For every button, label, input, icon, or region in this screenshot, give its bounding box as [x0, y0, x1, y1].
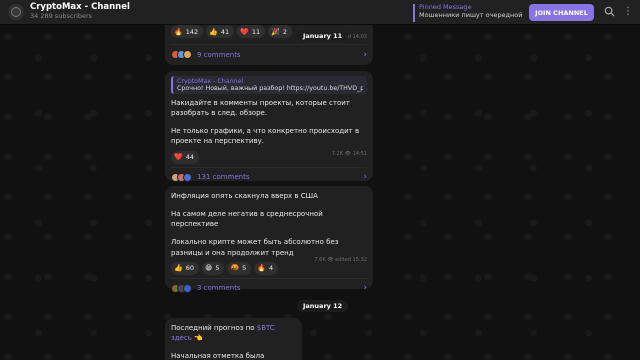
commenter-avatar: [183, 283, 192, 293]
pinned-text: Мошенники пишут очередной раз ...: [419, 11, 525, 19]
reaction-fire[interactable]: 🔥 4: [254, 261, 279, 275]
pointing-icon: 👈: [194, 334, 203, 343]
date-separator: January 12: [297, 300, 349, 312]
chevron-right-icon: ›: [363, 172, 367, 183]
message-2[interactable]: CryptoMax - Channel Срочно! Новый, важны…: [165, 71, 373, 182]
subscriber-count: 34 289 subscribers: [30, 12, 93, 21]
chevron-right-icon: ›: [363, 283, 367, 294]
message-text: Последний прогноз по $BTC здесь 👈 Началь…: [171, 323, 296, 360]
message-paragraph: Инфляция опять скакнула вверх в США: [171, 192, 318, 200]
message-paragraph: На самом деле негатив в среднесрочной пе…: [171, 210, 323, 229]
message-text: Инфляция опять скакнула вверх в США На с…: [171, 191, 367, 258]
quote-text: Срочно! Новый, важный разбор! https://yo…: [177, 85, 363, 92]
comments-link[interactable]: 3 comments ›: [171, 277, 367, 296]
reaction-thumbs-up[interactable]: 👍 41: [206, 25, 235, 38]
join-channel-button[interactable]: JOIN CHANNEL: [529, 4, 594, 21]
message-text-span: Последний прогноз по: [171, 324, 257, 332]
reaction-heart[interactable]: ❤️ 44: [171, 150, 199, 164]
channel-info[interactable]: CryptoMax - Channel 34 289 subscribers: [30, 3, 130, 21]
message-paragraph: Накидайте в комменты проекты, которые ст…: [171, 99, 350, 118]
reaction-angry[interactable]: 🤬 5: [227, 261, 252, 275]
date-separator: January 11: [297, 30, 349, 42]
chat-header: CryptoMax - Channel 34 289 subscribers P…: [0, 0, 640, 25]
pinned-message[interactable]: Pinned Message Мошенники пишут очередной…: [413, 3, 525, 22]
message-4[interactable]: Последний прогноз по $BTC здесь 👈 Началь…: [165, 318, 302, 360]
commenter-avatar: [183, 50, 192, 59]
comments-link[interactable]: 9 comments ›: [171, 44, 367, 62]
message-paragraph: Локально крипте может быть абсолютно без…: [171, 238, 339, 257]
message-meta: 7.2K 👁 14:51: [331, 151, 367, 157]
reaction-heart[interactable]: ❤️ 11: [237, 25, 266, 38]
message-paragraph: Последний прогноз по $BTC здесь 👈: [171, 323, 296, 343]
chevron-right-icon: ›: [363, 49, 367, 60]
message-1[interactable]: 🔥 142 👍 41 ❤️ 11 🎉 2 edited 14:03 9 comments…: [165, 20, 373, 65]
quote-author: CryptoMax - Channel: [177, 78, 244, 85]
pinned-label: Pinned Message: [419, 3, 472, 11]
reaction-thumbs-up[interactable]: 👍 60: [171, 261, 199, 275]
comments-count: 131 comments: [197, 173, 250, 182]
comments-count: 9 comments: [197, 50, 241, 59]
commenter-avatar: [183, 172, 192, 182]
message-paragraph: Не только графики, а что конкретно проис…: [171, 127, 360, 146]
reply-quote[interactable]: CryptoMax - Channel Срочно! Новый, важны…: [171, 76, 367, 94]
message-meta: 7.6K 👁 edited 15:32: [314, 257, 367, 263]
reaction-grin[interactable]: 😁 5: [202, 261, 225, 275]
more-icon[interactable]: ⋮: [622, 6, 634, 18]
comments-count: 3 comments: [197, 284, 241, 293]
message-text: Накидайте в комменты проекты, которые ст…: [171, 98, 367, 147]
reaction-list: 👍 60 😁 5 🤬 5 🔥 4: [171, 261, 367, 275]
reaction-fire[interactable]: 🔥 142: [171, 25, 204, 38]
reaction-party[interactable]: 🎉 2: [268, 25, 292, 38]
message-paragraph: Начальная отметка была 44,000$.: [171, 352, 265, 360]
search-icon[interactable]: [603, 6, 615, 18]
channel-avatar[interactable]: [8, 4, 24, 20]
comments-link[interactable]: 131 comments ›: [171, 166, 367, 185]
message-3[interactable]: Инфляция опять скакнула вверх в США На с…: [165, 186, 373, 293]
